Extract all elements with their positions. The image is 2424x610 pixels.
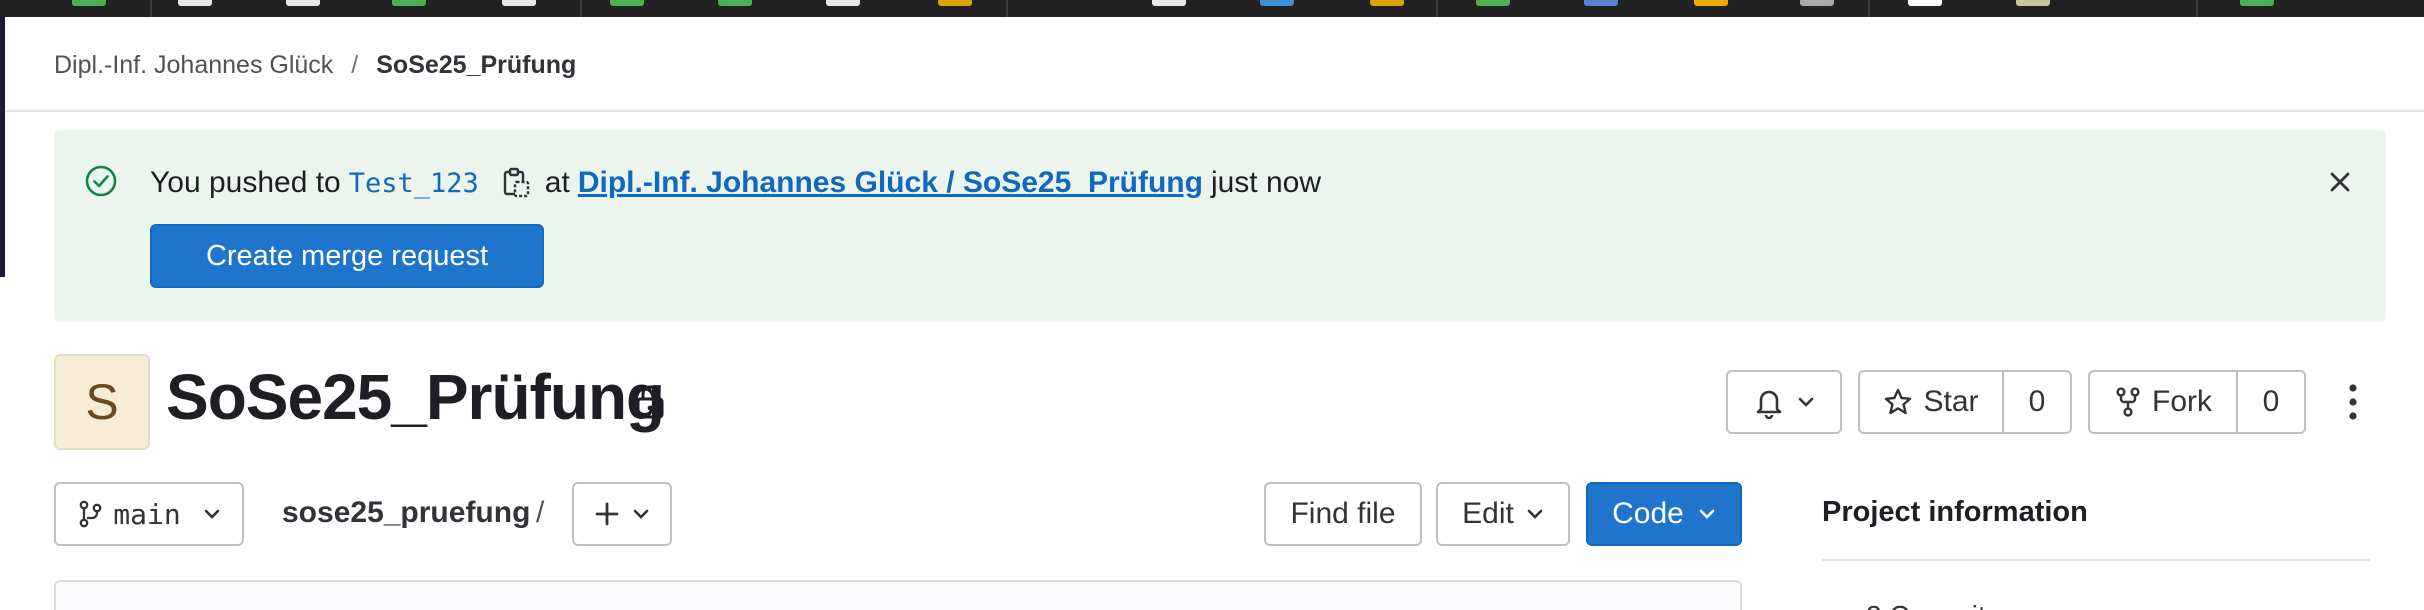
star-label: Star	[1923, 385, 1979, 418]
taskbar-separator	[580, 0, 582, 17]
chevron-down-icon	[1798, 397, 1814, 407]
commits-link[interactable]: 2 Commits	[1866, 600, 2000, 610]
star-icon	[1885, 388, 1912, 415]
sidebar-divider	[1822, 559, 2370, 561]
fork-button[interactable]: Fork	[2090, 372, 2236, 432]
bell-icon	[1756, 390, 1782, 419]
taskbar-app-icon[interactable]	[938, 0, 972, 6]
edit-dropdown[interactable]: Edit	[1436, 482, 1570, 546]
alert-prefix: You pushed to	[150, 166, 341, 199]
chevron-down-icon	[1527, 509, 1543, 519]
taskbar-app-icon[interactable]	[1152, 0, 1186, 6]
code-dropdown[interactable]: Code	[1586, 482, 1742, 546]
alert-message: You pushed to Test_123 at Dipl.-Inf. Joh…	[150, 166, 1321, 200]
os-taskbar	[0, 0, 2424, 17]
taskbar-app-icon[interactable]	[1800, 0, 1834, 6]
repo-path-link[interactable]: sose25_pruefung	[282, 496, 530, 530]
taskbar-app-icon[interactable]	[1584, 0, 1618, 6]
taskbar-separator	[2196, 0, 2198, 17]
alert-at: at	[544, 166, 570, 199]
breadcrumb-parent-link[interactable]: Dipl.-Inf. Johannes Glück	[54, 51, 333, 80]
taskbar-app-icon[interactable]	[2016, 0, 2050, 6]
fork-button-group: Fork 0	[2088, 370, 2306, 434]
taskbar-app-icon[interactable]	[502, 0, 536, 6]
push-alert: You pushed to Test_123 at Dipl.-Inf. Joh…	[54, 130, 2386, 322]
plus-icon	[595, 502, 619, 526]
taskbar-app-icon[interactable]	[2240, 0, 2274, 6]
breadcrumb-current-link[interactable]: SoSe25_Prüfung	[376, 51, 576, 80]
add-to-tree-dropdown[interactable]	[572, 482, 672, 546]
taskbar-app-icon[interactable]	[826, 0, 860, 6]
create-merge-request-button[interactable]: Create merge request	[150, 224, 544, 288]
fork-count[interactable]: 0	[2236, 372, 2304, 432]
chevron-down-icon	[1699, 509, 1715, 519]
breadcrumb-separator: /	[351, 50, 359, 79]
fork-icon	[2116, 387, 2140, 417]
branch-name: main	[113, 497, 181, 531]
sidebar-edge	[0, 17, 5, 277]
taskbar-app-icon[interactable]	[718, 0, 752, 6]
taskbar-app-icon[interactable]	[1370, 0, 1404, 6]
file-tree-header	[54, 580, 1742, 610]
taskbar-app-icon[interactable]	[1476, 0, 1510, 6]
edit-label: Edit	[1462, 497, 1514, 530]
taskbar-separator	[1868, 0, 1870, 17]
path-separator: /	[536, 496, 545, 529]
taskbar-app-icon[interactable]	[1260, 0, 1294, 6]
star-button-group: Star 0	[1858, 370, 2072, 434]
taskbar-separator	[150, 0, 152, 17]
header-divider	[5, 110, 2424, 112]
alert-branch-name[interactable]: Test_123	[349, 168, 479, 199]
close-icon[interactable]	[2324, 166, 2356, 198]
page-title: SoSe25_Prüfung	[166, 361, 665, 433]
chevron-down-icon	[633, 509, 649, 519]
branch-icon	[79, 500, 102, 528]
taskbar-app-icon[interactable]	[1694, 0, 1728, 6]
code-label: Code	[1612, 497, 1684, 530]
copy-to-clipboard-icon[interactable]	[501, 167, 531, 199]
taskbar-app-icon[interactable]	[392, 0, 426, 6]
fork-label: Fork	[2152, 385, 2212, 418]
notification-dropdown[interactable]	[1726, 370, 1842, 434]
taskbar-app-icon[interactable]	[610, 0, 644, 6]
check-circle-icon	[85, 165, 117, 197]
alert-project-link[interactable]: Dipl.-Inf. Johannes Glück / SoSe25_Prüfu…	[578, 166, 1203, 200]
project-information-heading: Project information	[1822, 496, 2088, 528]
more-actions-icon[interactable]	[2340, 380, 2366, 424]
taskbar-app-icon[interactable]	[1908, 0, 1942, 6]
taskbar-separator	[1006, 0, 1008, 17]
star-button[interactable]: Star	[1860, 372, 2002, 432]
taskbar-app-icon[interactable]	[286, 0, 320, 6]
breadcrumb: Dipl.-Inf. Johannes Glück / SoSe25_Prüfu…	[54, 48, 576, 82]
find-file-button[interactable]: Find file	[1264, 482, 1422, 546]
branch-selector[interactable]: main	[54, 482, 244, 546]
lock-icon	[636, 385, 664, 419]
taskbar-app-icon[interactable]	[178, 0, 212, 6]
project-avatar: S	[54, 354, 150, 450]
alert-suffix: just now	[1210, 166, 1321, 199]
taskbar-app-icon[interactable]	[72, 0, 106, 6]
chevron-down-icon	[204, 509, 220, 519]
taskbar-separator	[1436, 0, 1438, 17]
star-count[interactable]: 0	[2002, 372, 2070, 432]
